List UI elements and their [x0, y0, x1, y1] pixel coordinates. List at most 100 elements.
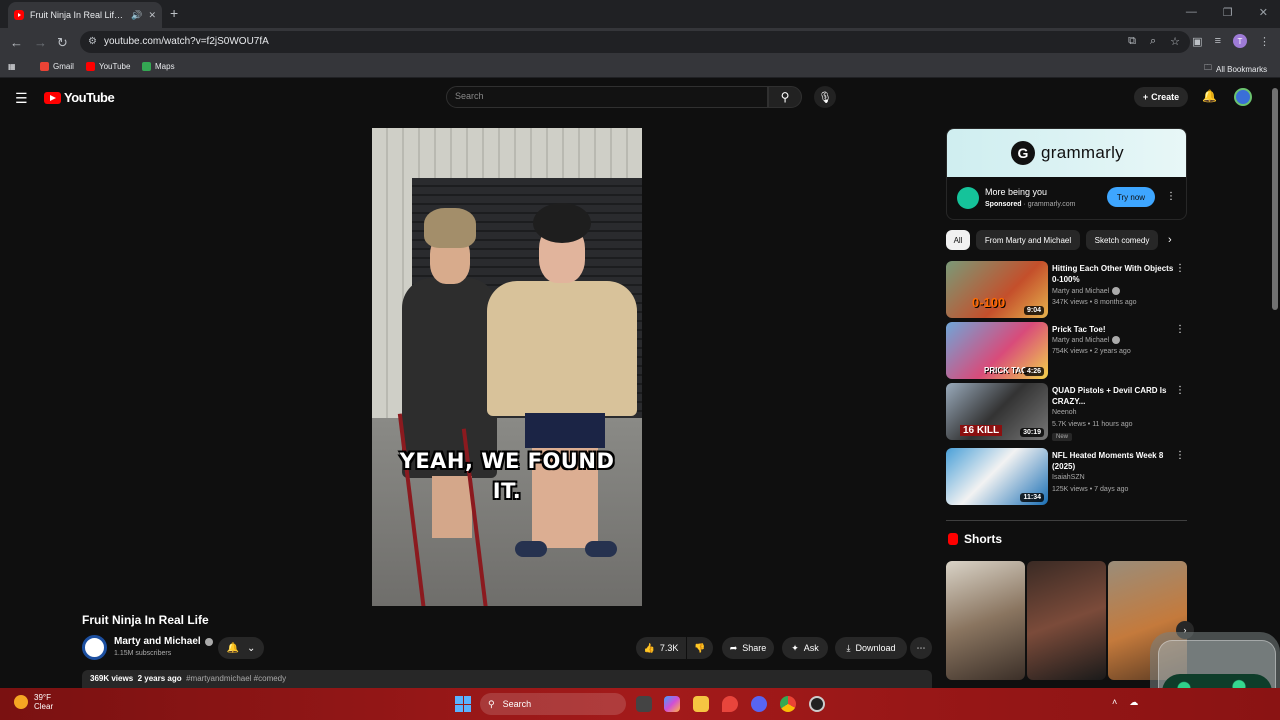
sparkle-icon: ✦ [791, 642, 799, 653]
new-tab-icon[interactable]: + [170, 5, 178, 21]
bookmark-youtube[interactable]: YouTube [86, 62, 130, 71]
media-icon[interactable]: ≡ [1215, 35, 1221, 47]
youtube-logo[interactable]: YouTube [44, 90, 115, 105]
copilot-icon[interactable] [664, 696, 680, 712]
more-vert-icon[interactable]: ⋮ [1175, 324, 1185, 335]
grammarly-logo-icon: G [1011, 141, 1035, 165]
site-info-icon[interactable]: ⚙ [88, 36, 100, 48]
video-thumbnail[interactable]: 0-100 9:04 [946, 261, 1048, 318]
sponsored-ad[interactable]: G grammarly More being you Sponsored · g… [946, 128, 1187, 220]
video-thumbnail[interactable]: 11:34 [946, 448, 1048, 505]
maximize-icon[interactable]: ❐ [1223, 6, 1233, 19]
video-caption: YEAH, WE FOUND IT. [399, 449, 615, 503]
apps-grid-icon[interactable]: ▦ [8, 62, 16, 71]
recommendation-channel[interactable]: Marty and Michael [1052, 287, 1121, 295]
voice-search-button[interactable]: 🎙 [814, 86, 836, 108]
weather-widget[interactable]: 39°F Clear [14, 693, 53, 711]
youtube-play-icon [44, 91, 61, 104]
zoom-icon[interactable]: ⌕ [1150, 35, 1156, 48]
bookmarks-bar: ▦ Gmail YouTube Maps 🗀 All Bookmarks [0, 56, 1280, 78]
recommendation-title[interactable]: Hitting Each Other With Objects 0-100% [1052, 263, 1176, 285]
url-text[interactable]: youtube.com/watch?v=f2jS0WOU7fA [104, 36, 269, 47]
ad-banner[interactable]: G grammarly [947, 129, 1186, 177]
taskbar: 39°F Clear ⚲ Search ˄ ☁ [0, 688, 1280, 720]
extensions-icon[interactable]: ▣ [1192, 35, 1202, 48]
task-view-icon[interactable] [636, 696, 652, 712]
close-window-icon[interactable]: ✕ [1259, 6, 1268, 19]
forward-icon[interactable]: → [34, 35, 47, 50]
notifications-bell-icon[interactable]: 🔔 [1202, 89, 1217, 103]
search-button[interactable]: ⚲ [768, 86, 802, 108]
back-icon[interactable]: ← [10, 35, 23, 50]
recommendation-meta: 125K views • 7 days ago [1052, 486, 1129, 493]
dislike-button[interactable]: 👎 [687, 637, 713, 659]
reload-icon[interactable]: ↻ [57, 35, 68, 51]
bookmark-maps[interactable]: Maps [142, 62, 175, 71]
ad-sponsored-line: Sponsored · grammarly.com [985, 201, 1076, 208]
profile-avatar[interactable]: T [1233, 34, 1247, 48]
recommendation-item[interactable]: 11:34 NFL Heated Moments Week 8 (2025) I… [946, 448, 1187, 506]
recommendation-channel[interactable]: IsaiahSZN [1052, 474, 1085, 481]
search-input[interactable]: Search [446, 86, 768, 108]
bookmark-gmail[interactable]: Gmail [40, 62, 74, 71]
omnibox[interactable]: ⚙ youtube.com/watch?v=f2jS0WOU7fA ⧉ ⌕ ☆ [80, 31, 1190, 53]
maps-pin-icon[interactable] [722, 696, 738, 712]
hamburger-menu-icon[interactable]: ☰ [15, 90, 28, 107]
ad-menu-icon[interactable]: ⋮ [1166, 191, 1176, 202]
recommendation-item[interactable]: 0-100 9:04 Hitting Each Other With Objec… [946, 261, 1187, 319]
chip-all[interactable]: All [946, 230, 970, 250]
more-vert-icon[interactable]: ⋮ [1175, 263, 1185, 274]
app-icon[interactable] [809, 696, 825, 712]
shorts-thumbnail[interactable] [1027, 561, 1106, 680]
recommendation-channel[interactable]: Neenoh [1052, 409, 1077, 416]
ask-button[interactable]: ✦ Ask [782, 637, 828, 659]
close-tab-icon[interactable]: ✕ [148, 10, 156, 21]
share-button[interactable]: ➦ Share [722, 637, 774, 659]
cloud-icon[interactable]: ☁ [1129, 697, 1138, 708]
speaker-icon[interactable]: 🔊 [131, 10, 142, 21]
subscribed-bell-button[interactable]: 🔔 ⌄ [218, 637, 264, 659]
bookmark-star-icon[interactable]: ☆ [1170, 35, 1180, 48]
browser-tab[interactable]: Fruit Ninja In Real Life - YouTube 🔊 ✕ [8, 2, 162, 28]
download-button[interactable]: ⤓ Download [835, 637, 907, 659]
file-explorer-icon[interactable] [693, 696, 709, 712]
recommendation-title[interactable]: Prick Tac Toe! [1052, 324, 1176, 335]
page-scrollbar[interactable] [1272, 88, 1278, 310]
description-box[interactable]: 369K views 2 years ago #martyandmichael … [82, 670, 932, 688]
shorts-thumbnail[interactable] [946, 561, 1025, 680]
youtube-icon [86, 62, 95, 71]
more-vert-icon[interactable]: ⋮ [1175, 450, 1185, 461]
account-avatar[interactable] [1234, 88, 1252, 106]
chevron-right-icon[interactable]: › [1168, 234, 1172, 246]
chip-from-channel[interactable]: From Marty and Michael [976, 230, 1080, 250]
chrome-icon[interactable] [780, 696, 796, 712]
video-player[interactable]: YEAH, WE FOUND IT. [372, 128, 642, 606]
video-thumbnail[interactable]: PRICK TAC 4:26 [946, 322, 1048, 379]
recommendation-channel[interactable]: Marty and Michael [1052, 336, 1121, 344]
mic-icon: 🎙 [818, 91, 832, 104]
video-thumbnail[interactable]: 16 KILL 30:19 [946, 383, 1048, 440]
all-bookmarks[interactable]: 🗀 All Bookmarks [1204, 62, 1267, 76]
taskbar-search[interactable]: ⚲ Search [480, 693, 626, 715]
recommendation-item[interactable]: PRICK TAC 4:26 Prick Tac Toe! Marty and … [946, 322, 1187, 380]
chevron-down-icon: ⌄ [247, 642, 256, 654]
install-icon[interactable]: ⧉ [1128, 35, 1136, 48]
more-vert-icon[interactable]: ⋮ [1175, 385, 1185, 396]
ad-cta-button[interactable]: Try now [1107, 187, 1155, 207]
recommendation-title[interactable]: NFL Heated Moments Week 8 (2025) [1052, 450, 1176, 472]
chip-sketch-comedy[interactable]: Sketch comedy [1086, 230, 1158, 250]
windows-start-icon[interactable] [455, 696, 471, 712]
minimize-icon[interactable]: — [1186, 6, 1197, 19]
create-button[interactable]: + Create [1134, 87, 1188, 107]
recommendation-item[interactable]: 16 KILL 30:19 QUAD Pistols + Devil CARD … [946, 383, 1187, 441]
recommendation-meta: 754K views • 2 years ago [1052, 348, 1131, 355]
menu-kebab-icon[interactable]: ⋮ [1259, 35, 1270, 48]
more-actions-button[interactable]: ⋯ [910, 637, 932, 659]
like-button[interactable]: 👍 7.3K [636, 637, 686, 659]
discord-icon[interactable] [751, 696, 767, 712]
recommendation-title[interactable]: QUAD Pistols + Devil CARD Is CRAZY... [1052, 385, 1176, 407]
tray-chevron-up-icon[interactable]: ˄ [1112, 697, 1117, 708]
channel-name[interactable]: Marty and Michael [114, 636, 213, 647]
channel-avatar[interactable] [82, 635, 107, 660]
thumbs-up-icon: 👍 [643, 642, 655, 653]
